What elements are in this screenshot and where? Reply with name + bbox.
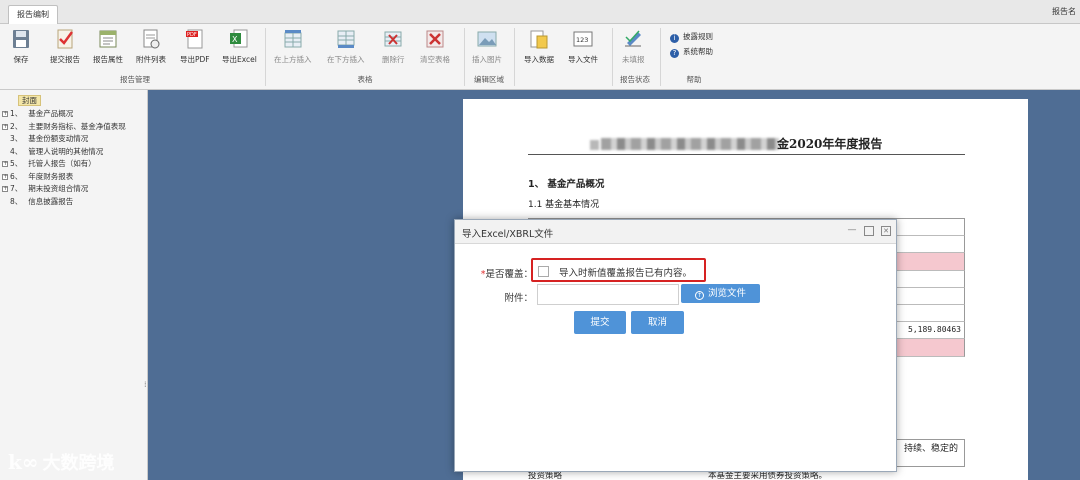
section-heading: 1、 基金产品概况: [528, 179, 605, 190]
top-right-label: 报告名: [1052, 7, 1076, 16]
tree-item[interactable]: +2、 主要财务指标、基金净值表现: [0, 121, 148, 134]
dialog-title: 导入Excel/XBRL文件: [462, 229, 554, 240]
table-cell-value: 5,189.80463: [908, 325, 961, 335]
import-dialog: 导入Excel/XBRL文件 — ✕ *是否覆盖： 导入时新值覆盖报告已有内容。…: [454, 219, 897, 472]
report-properties-icon: [99, 30, 117, 48]
insert-image-icon: [477, 31, 497, 47]
unfilled-icon: [625, 30, 642, 47]
group-divider: [660, 28, 661, 86]
expand-toggle[interactable]: +: [2, 186, 8, 192]
ribbon-tab-bar: 报告编制 报告名: [0, 0, 1080, 24]
group-divider: [265, 28, 266, 86]
submit-report-button[interactable]: 提交报告: [50, 28, 80, 65]
disclosure-rules-link[interactable]: i 披露规则: [670, 31, 713, 43]
insert-below-button[interactable]: 在下方插入: [327, 28, 365, 65]
group-label-table: 表格: [357, 75, 373, 84]
insert-below-icon: [337, 30, 355, 48]
pdf-icon: PDF: [185, 29, 203, 49]
redacted-text: [590, 140, 599, 150]
maximize-icon[interactable]: [864, 226, 874, 236]
tree-item-cover[interactable]: 封面: [18, 95, 41, 106]
svg-text:PDF: PDF: [187, 32, 197, 38]
report-outline-sidebar: 封面 +1、 基金产品概况 +2、 主要财务指标、基金净值表现 3、 基金份额变动情况…: [0, 90, 148, 480]
tree-item[interactable]: +6、 年度财务报表: [0, 171, 148, 184]
sidebar-splitter-handle[interactable]: ⁞: [144, 380, 147, 389]
browse-file-button[interactable]: ↑ 浏览文件: [681, 284, 760, 303]
expand-toggle[interactable]: +: [2, 111, 8, 117]
group-label-report-status: 报告状态: [620, 75, 650, 84]
cancel-button[interactable]: 取消: [631, 311, 684, 334]
insert-above-icon: [284, 30, 302, 48]
overwrite-checkbox[interactable]: [538, 266, 549, 277]
delete-row-icon: [384, 31, 402, 47]
import-file-icon: 123: [573, 31, 593, 47]
attachment-field[interactable]: [537, 284, 679, 305]
dialog-header[interactable]: 导入Excel/XBRL文件 — ✕: [455, 220, 896, 244]
subsection-heading: 1.1 基金基本情况: [528, 200, 600, 210]
info-icon: i: [670, 34, 679, 43]
tree-item[interactable]: 4、 管理人说明的其他情况: [0, 146, 148, 159]
group-divider: [514, 28, 515, 86]
upload-icon: ↑: [694, 291, 704, 300]
tree-item[interactable]: +1、 基金产品概况: [0, 108, 148, 121]
group-label-help: 帮助: [686, 75, 702, 84]
save-icon: [13, 30, 29, 48]
expand-toggle[interactable]: +: [2, 173, 8, 180]
report-title: 金2020年年度报告: [777, 137, 883, 151]
tree-item[interactable]: +5、 托管人报告（如有）: [0, 158, 148, 171]
tree-item[interactable]: 3、 基金份额变动情况: [0, 133, 148, 146]
insert-image-button[interactable]: 插入图片: [472, 28, 502, 65]
unfilled-status-button[interactable]: 未填报: [622, 28, 645, 65]
help-icon: ?: [670, 49, 679, 58]
expand-toggle[interactable]: +: [2, 123, 8, 130]
import-data-icon: [530, 30, 548, 49]
svg-text:123: 123: [576, 36, 588, 44]
redacted-text: [601, 138, 779, 150]
tree-item[interactable]: 8、 信息披露报告: [0, 196, 148, 209]
tree-item[interactable]: +7、 期末投资组合情况: [0, 183, 148, 196]
system-help-link[interactable]: ? 系统帮助: [670, 46, 713, 58]
close-icon[interactable]: ✕: [881, 226, 891, 236]
clear-table-button[interactable]: 清空表格: [420, 28, 450, 65]
export-pdf-button[interactable]: PDF 导出PDF: [180, 28, 210, 65]
group-label-edit-area: 编辑区域: [474, 75, 504, 84]
excel-icon: X: [230, 29, 248, 48]
watermark: k∞ 大数跨境: [8, 450, 115, 474]
import-data-button[interactable]: 导入数据: [524, 28, 554, 65]
group-label-report-management: 报告管理: [120, 75, 150, 84]
delete-row-button[interactable]: 删除行: [382, 28, 405, 65]
overwrite-option-text: 导入时新值覆盖报告已有内容。: [559, 268, 693, 279]
title-underline: [528, 154, 965, 155]
submit-button[interactable]: 提交: [574, 311, 626, 334]
import-file-button[interactable]: 123 导入文件: [568, 28, 598, 65]
clear-table-icon: [426, 30, 444, 48]
overwrite-label: *是否覆盖：: [480, 269, 533, 280]
report-properties-button[interactable]: 报告属性: [93, 28, 123, 65]
save-button[interactable]: 保存: [10, 28, 32, 65]
export-excel-button[interactable]: X 导出Excel: [222, 28, 257, 65]
minimize-icon[interactable]: —: [847, 226, 857, 236]
tab-report-editing[interactable]: 报告编制: [8, 5, 58, 24]
outline-tree: +1、 基金产品概况 +2、 主要财务指标、基金净值表现 3、 基金份额变动情况 4、…: [0, 108, 148, 208]
attachment-list-button[interactable]: 附件列表: [136, 28, 166, 65]
svg-text:X: X: [232, 35, 238, 44]
submit-report-icon: [57, 29, 74, 49]
attachment-label: 附件：: [504, 293, 533, 304]
attachment-list-icon: [143, 29, 160, 49]
ribbon-toolbar: 保存 提交报告 报告属性 附件列表 PDF 导出PDF X 导出Excel 报告…: [0, 24, 1080, 90]
group-divider: [464, 28, 465, 86]
watermark-logo: k∞: [8, 450, 39, 474]
insert-above-button[interactable]: 在上方插入: [274, 28, 312, 65]
expand-toggle[interactable]: +: [2, 161, 8, 167]
